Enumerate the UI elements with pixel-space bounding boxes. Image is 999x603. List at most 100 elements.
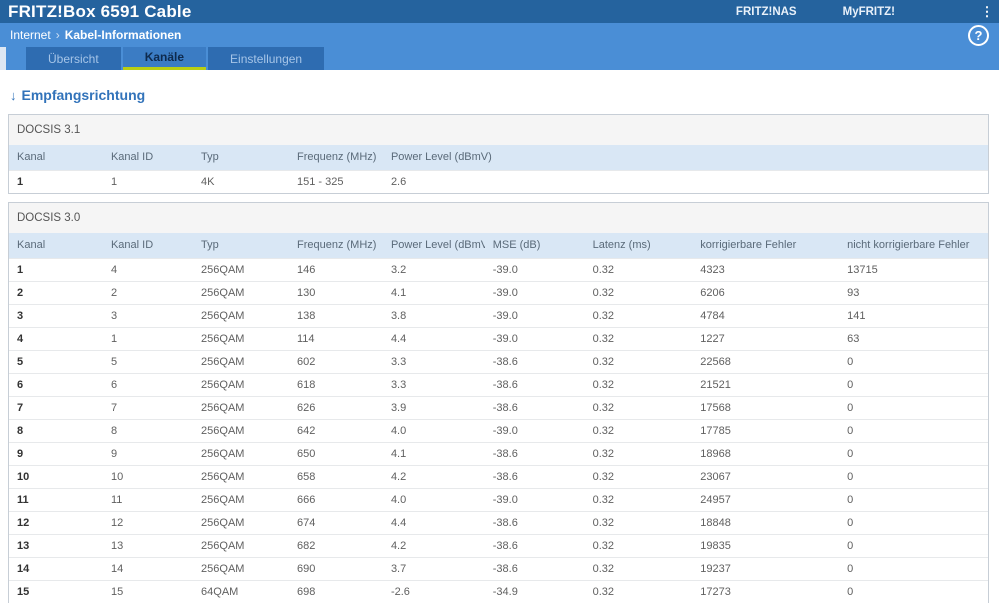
- cell: 4: [102, 258, 194, 282]
- table-row: 13 13 256QAM 682 4.2 -38.6 0.32 19835 0: [9, 534, 988, 558]
- cell: 4.1: [382, 281, 485, 305]
- cell: 0: [839, 580, 988, 603]
- table-caption: DOCSIS 3.1: [9, 115, 988, 145]
- cell: 18968: [692, 442, 840, 466]
- kebab-menu-icon[interactable]: ⋮: [979, 3, 995, 20]
- cell: -38.6: [484, 373, 585, 397]
- cell: 4.4: [382, 511, 485, 535]
- cell: 0: [839, 534, 988, 558]
- cell: 690: [288, 557, 383, 581]
- cell: 0: [839, 350, 988, 374]
- breadcrumb-bar: Internet › Kabel-Informationen ?: [0, 23, 999, 47]
- cell: 7: [9, 396, 103, 420]
- cell: 19835: [692, 534, 840, 558]
- cell: 674: [288, 511, 383, 535]
- cell: 0.32: [584, 511, 693, 535]
- fritznas-link[interactable]: FRITZ!NAS: [736, 6, 797, 18]
- cell: 642: [288, 419, 383, 443]
- table-row: 10 10 256QAM 658 4.2 -38.6 0.32 23067 0: [9, 465, 988, 489]
- cell: 256QAM: [193, 396, 289, 420]
- table-row: 12 12 256QAM 674 4.4 -38.6 0.32 18848 0: [9, 511, 988, 535]
- cell: 4323: [692, 258, 840, 282]
- column-header: Kanal: [9, 145, 103, 171]
- cell: 24957: [692, 488, 840, 512]
- cell: 618: [288, 373, 383, 397]
- cell: -39.0: [484, 488, 585, 512]
- header-row: Kanal Kanal ID Typ Frequenz (MHz) Power Leve…: [9, 233, 988, 259]
- cell: 1: [102, 170, 194, 193]
- cell: 13715: [839, 258, 988, 282]
- cell: 22568: [692, 350, 840, 374]
- cell: -2.6: [382, 580, 485, 603]
- cell: 256QAM: [193, 327, 289, 351]
- help-icon[interactable]: ?: [968, 24, 989, 46]
- page-content: ↓ Empfangsrichtung DOCSIS 3.1 Kanal Kanal I…: [0, 70, 999, 603]
- cell: 1: [9, 170, 103, 193]
- breadcrumb-section[interactable]: Internet: [10, 28, 51, 42]
- cell: 0.32: [584, 419, 693, 443]
- breadcrumb-page: Kabel-Informationen: [64, 28, 182, 42]
- cell: 23067: [692, 465, 840, 489]
- cell: 0.32: [584, 465, 693, 489]
- cell: 138: [288, 304, 383, 328]
- cell: 13: [102, 534, 194, 558]
- cell: 0: [839, 442, 988, 466]
- cell: 8: [102, 419, 194, 443]
- cell: 3.8: [382, 304, 485, 328]
- cell: 4.0: [382, 419, 485, 443]
- cell: 3.9: [382, 396, 485, 420]
- cell: 2.6: [382, 170, 988, 193]
- table-row: 5 5 256QAM 602 3.3 -38.6 0.32 22568 0: [9, 350, 988, 374]
- column-header: Kanal ID: [102, 145, 194, 171]
- column-header: Frequenz (MHz): [288, 233, 383, 259]
- cell: 15: [9, 580, 103, 603]
- cell: -38.6: [484, 350, 585, 374]
- column-header: Latenz (ms): [584, 233, 693, 259]
- cell: 0.32: [584, 488, 693, 512]
- column-header: Frequenz (MHz): [288, 145, 383, 171]
- cell: 0.32: [584, 327, 693, 351]
- cell: 10: [102, 465, 194, 489]
- cell: 0: [839, 465, 988, 489]
- myfritz-link[interactable]: MyFRITZ!: [843, 6, 895, 18]
- topbar-links: FRITZ!NAS MyFRITZ!: [736, 6, 895, 18]
- cell: 0.32: [584, 304, 693, 328]
- table-row: 2 2 256QAM 130 4.1 -39.0 0.32 6206 93: [9, 281, 988, 305]
- column-header: MSE (dB): [484, 233, 585, 259]
- cell: 3.3: [382, 350, 485, 374]
- cell: -39.0: [484, 258, 585, 282]
- cell: 256QAM: [193, 258, 289, 282]
- cell: 8: [9, 419, 103, 443]
- cell: 4K: [193, 170, 289, 193]
- cell: 17273: [692, 580, 840, 603]
- cell: 10: [9, 465, 103, 489]
- tab-kanaele[interactable]: Kanäle: [122, 47, 207, 70]
- cell: 2: [102, 281, 194, 305]
- tab-einstellungen[interactable]: Einstellungen: [208, 47, 325, 70]
- cell: -39.0: [484, 304, 585, 328]
- column-header: korrigierbare Fehler: [692, 233, 840, 259]
- cell: 256QAM: [193, 488, 289, 512]
- cell: 650: [288, 442, 383, 466]
- cell: 6: [102, 373, 194, 397]
- cell: 17785: [692, 419, 840, 443]
- cell: 1227: [692, 327, 840, 351]
- cell: 256QAM: [193, 534, 289, 558]
- cell: -39.0: [484, 419, 585, 443]
- cell: 0.32: [584, 258, 693, 282]
- cell: 0.32: [584, 396, 693, 420]
- cell: 11: [102, 488, 194, 512]
- cell: 3.3: [382, 373, 485, 397]
- table-row: 15 15 64QAM 698 -2.6 -34.9 0.32 17273 0: [9, 580, 988, 603]
- cell: 0.32: [584, 373, 693, 397]
- cell: 4784: [692, 304, 840, 328]
- cell: 12: [102, 511, 194, 535]
- cell: 7: [102, 396, 194, 420]
- cell: 6206: [692, 281, 840, 305]
- channel-table-docsis-3-1: DOCSIS 3.1 Kanal Kanal ID Typ Frequenz (MHz)…: [8, 114, 989, 194]
- cell: 114: [288, 327, 383, 351]
- cell: 19237: [692, 557, 840, 581]
- cell: 63: [839, 327, 988, 351]
- tab-uebersicht[interactable]: Übersicht: [26, 47, 121, 70]
- cell: 0: [839, 419, 988, 443]
